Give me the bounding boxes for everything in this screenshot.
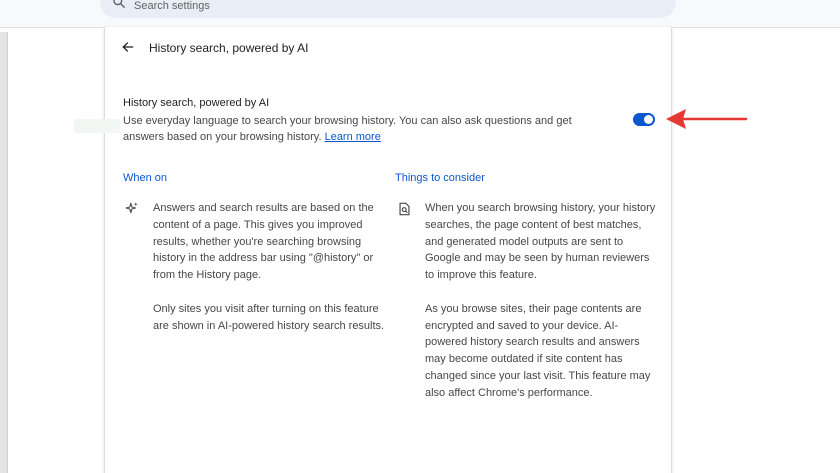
document-search-icon	[397, 202, 411, 216]
page-title: History search, powered by AI	[149, 41, 309, 55]
when-on-paragraph-2: Only sites you visit after turning on th…	[153, 302, 385, 332]
learn-more-link[interactable]: Learn more	[325, 131, 381, 143]
toggle-knob	[644, 115, 653, 124]
search-icon	[112, 0, 126, 9]
arrow-left-icon	[122, 42, 134, 52]
setting-description: Use everyday language to search your bro…	[123, 113, 613, 145]
settings-card: History search, powered by AI History se…	[104, 27, 672, 473]
search-input[interactable]	[134, 0, 534, 12]
things-to-consider-heading: Things to consider	[395, 172, 485, 184]
search-settings-box[interactable]	[100, 0, 676, 18]
highlight-smudge	[74, 119, 120, 133]
red-arrow-icon	[666, 109, 748, 129]
left-panel-edge	[0, 32, 8, 473]
things-to-consider-paragraph-1: When you search browsing history, your h…	[425, 202, 656, 282]
when-on-heading: When on	[123, 172, 168, 184]
when-on-text: Answers and search results are based on …	[153, 200, 385, 334]
history-search-toggle[interactable]	[633, 113, 655, 126]
sparkle-icon	[125, 201, 139, 215]
back-button[interactable]	[120, 39, 136, 55]
when-on-paragraph-1: Answers and search results are based on …	[153, 202, 374, 282]
things-to-consider-text: When you search browsing history, your h…	[425, 200, 659, 402]
things-to-consider-paragraph-2: As you browse sites, their page contents…	[425, 302, 651, 399]
setting-title: History search, powered by AI	[123, 97, 270, 109]
